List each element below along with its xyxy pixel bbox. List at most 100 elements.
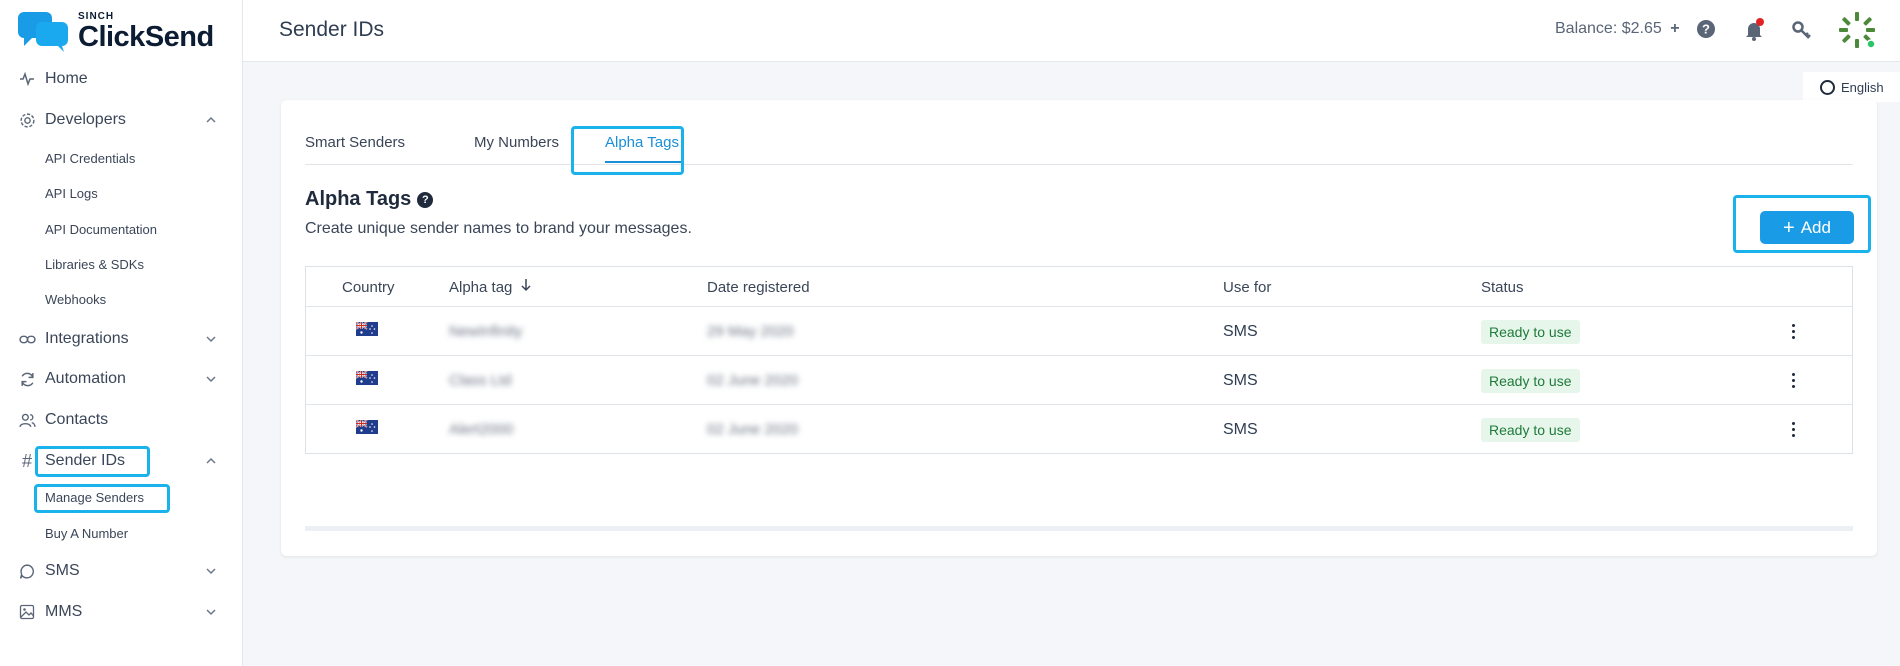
clicksend-logo[interactable]: SINCH ClickSend	[18, 12, 214, 52]
more-options-icon[interactable]	[1781, 369, 1805, 393]
chat-bubble-icon	[18, 562, 36, 580]
chevron-up-icon	[204, 113, 218, 127]
column-header-alpha-tag-text: Alpha tag	[449, 278, 513, 296]
chevron-down-icon	[204, 605, 218, 619]
chat-logo-icon	[18, 12, 70, 52]
bell-icon[interactable]	[1742, 18, 1766, 42]
chevron-down-icon	[204, 564, 218, 578]
table-row: Alert2000 02 June 2020 SMS Ready to use	[306, 404, 1852, 454]
arrow-down-icon[interactable]	[520, 278, 532, 296]
date-registered-cell: 02 June 2020	[707, 421, 798, 438]
sidebar-item-label: SMS	[45, 562, 80, 579]
hash-icon: #	[21, 450, 32, 471]
sidebar-item-automation[interactable]: Automation	[0, 362, 243, 396]
australia-flag-icon	[355, 419, 378, 439]
language-label: English	[1841, 79, 1884, 95]
status-badge: Ready to use	[1481, 368, 1580, 393]
country-flag	[355, 307, 378, 356]
refresh-icon	[18, 370, 36, 388]
balance-text: Balance: $2.65	[1555, 20, 1662, 37]
more-options-icon[interactable]	[1781, 320, 1805, 344]
sidebar-item-label: Integrations	[45, 330, 129, 347]
column-header-status: Status	[1481, 278, 1524, 296]
column-header-alpha-tag[interactable]: Alpha tag	[449, 267, 532, 307]
country-flag	[355, 356, 378, 405]
status-badge: Ready to use	[1481, 319, 1580, 344]
tab-my-numbers[interactable]: My Numbers	[474, 134, 559, 151]
table-row: NewInfinity 29 May 2020 SMS Ready to use	[306, 306, 1852, 356]
sidebar-item-label: Sender IDs	[45, 452, 126, 469]
page-title: Sender IDs	[279, 18, 385, 41]
sidebar-item-label: Automation	[45, 370, 126, 387]
sidebar-item-label: MMS	[45, 603, 83, 620]
date-registered-cell: 02 June 2020	[707, 372, 798, 389]
sidebar-item-sms[interactable]: SMS	[0, 554, 243, 588]
section-description: Create unique sender names to brand your…	[305, 220, 692, 237]
australia-flag-icon	[355, 321, 378, 341]
table-row: Class Ltd 02 June 2020 SMS Ready to use	[306, 355, 1852, 405]
top-bar: Sender IDs Balance: $2.65 + ?	[243, 0, 1900, 62]
sidebar-item-contacts[interactable]: Contacts	[0, 403, 243, 437]
chevron-down-icon	[204, 372, 218, 386]
country-flag	[355, 405, 378, 454]
plus-icon[interactable]: +	[1670, 20, 1679, 37]
users-icon	[18, 411, 36, 429]
add-button[interactable]: + Add	[1760, 211, 1854, 244]
help-icon[interactable]: ?	[417, 191, 434, 208]
sidebar-subitem-webhooks[interactable]: Webhooks	[45, 292, 106, 307]
chevron-down-icon	[204, 332, 218, 346]
avatar[interactable]	[1837, 10, 1877, 50]
balance-display[interactable]: Balance: $2.65 +	[1555, 20, 1680, 38]
sidebar-item-mms[interactable]: MMS	[0, 595, 243, 629]
globe-icon	[1820, 79, 1835, 95]
sidebar-subitem-buy-a-number[interactable]: Buy A Number	[45, 526, 128, 541]
use-for-cell: SMS	[1223, 322, 1258, 340]
card-bottom-divider	[305, 526, 1853, 531]
column-header-use-for: Use for	[1223, 278, 1272, 296]
chevron-up-icon	[204, 454, 218, 468]
use-for-cell: SMS	[1223, 420, 1258, 438]
svg-text:?: ?	[1702, 22, 1710, 37]
sidebar-item-label: Home	[45, 70, 88, 87]
tab-bar: Smart Senders My Numbers Alpha Tags	[305, 100, 1853, 165]
column-header-country: Country	[342, 278, 395, 296]
sidebar-subitem-api-logs[interactable]: API Logs	[45, 186, 98, 201]
add-button-label: Add	[1800, 217, 1831, 237]
activity-icon	[18, 70, 36, 88]
alpha-tag-cell: NewInfinity	[449, 323, 523, 340]
sidebar-subitem-api-documentation[interactable]: API Documentation	[45, 222, 157, 237]
logo-clicksend-text: ClickSend	[78, 21, 214, 53]
section-title-text: Alpha Tags	[305, 188, 412, 210]
australia-flag-icon	[355, 370, 378, 390]
tab-alpha-tags[interactable]: Alpha Tags	[605, 134, 679, 151]
plus-icon: +	[1783, 216, 1795, 239]
help-icon[interactable]: ?	[1695, 18, 1719, 42]
date-registered-cell: 29 May 2020	[707, 323, 794, 340]
active-tab-underline	[605, 161, 683, 163]
more-options-icon[interactable]	[1781, 418, 1805, 442]
use-for-cell: SMS	[1223, 371, 1258, 389]
gear-icon	[18, 111, 36, 129]
sidebar-item-sender-ids[interactable]: # Sender IDs	[0, 444, 243, 478]
sidebar-item-integrations[interactable]: Integrations	[0, 322, 243, 356]
sidebar-item-label: Contacts	[45, 411, 109, 428]
sidebar-item-developers[interactable]: Developers	[0, 103, 243, 137]
sidebar-subitem-manage-senders[interactable]: Manage Senders	[45, 490, 144, 505]
status-badge: Ready to use	[1481, 417, 1580, 442]
sidebar-subitem-libraries-sdks[interactable]: Libraries & SDKs	[45, 257, 144, 272]
column-header-date-registered: Date registered	[707, 278, 810, 296]
alpha-tags-table: Country Alpha tag Date registered Use fo…	[305, 266, 1853, 454]
link-icon	[18, 330, 36, 348]
alpha-tag-cell: Class Ltd	[449, 372, 512, 389]
image-icon	[18, 603, 36, 621]
section-title: Alpha Tags ?	[305, 188, 434, 211]
sidebar-item-label: Developers	[45, 111, 126, 128]
sidebar-subitem-api-credentials[interactable]: API Credentials	[45, 151, 135, 166]
sidebar: SINCH ClickSend Home Developers API Cred…	[0, 0, 243, 666]
language-selector[interactable]: English	[1803, 72, 1900, 102]
alpha-tag-cell: Alert2000	[449, 421, 514, 438]
main-card: Smart Senders My Numbers Alpha Tags Alph…	[281, 100, 1877, 556]
sidebar-item-home[interactable]: Home	[0, 62, 243, 96]
key-icon[interactable]	[1790, 18, 1814, 42]
tab-smart-senders[interactable]: Smart Senders	[305, 134, 405, 151]
